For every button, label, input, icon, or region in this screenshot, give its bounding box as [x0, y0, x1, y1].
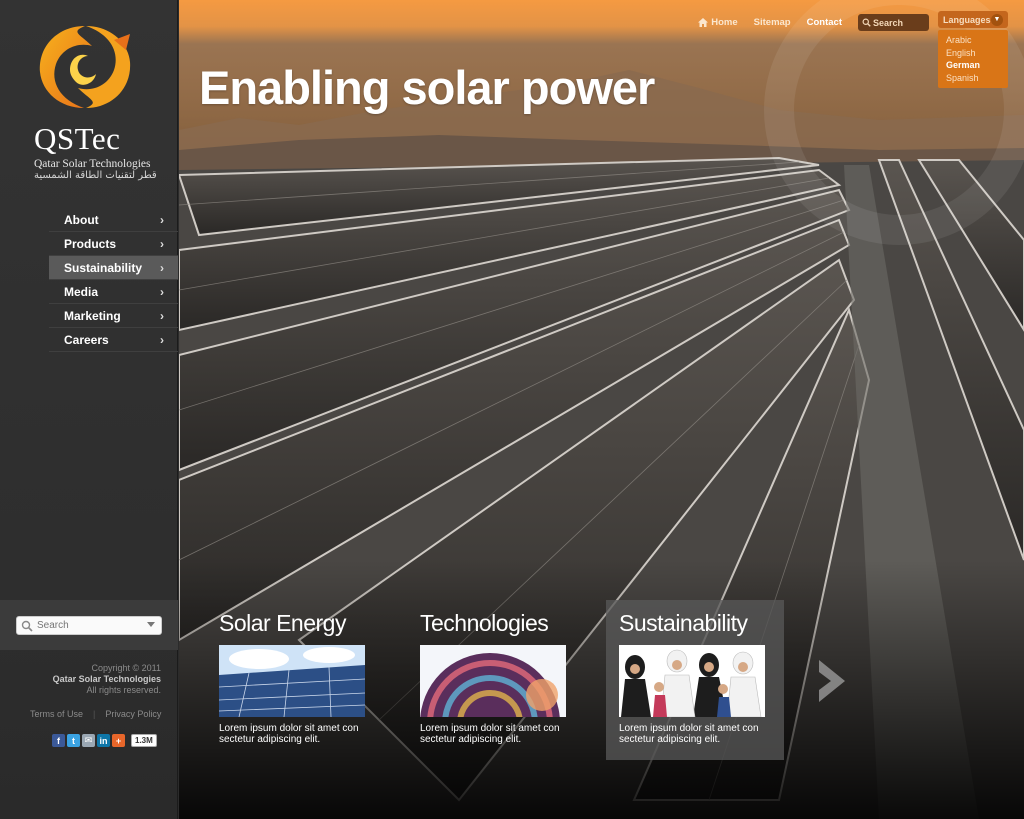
- sidebar-search-box[interactable]: [16, 616, 162, 635]
- chevron-right-icon: ›: [160, 236, 164, 251]
- top-search-box[interactable]: Search: [858, 14, 929, 31]
- search-icon: [862, 18, 871, 27]
- nav-item-label: Sustainability: [64, 260, 143, 275]
- language-label: Languages: [943, 14, 991, 25]
- language-dropdown[interactable]: Languages ▼ Arabic English German Spanis…: [938, 11, 1008, 89]
- language-option-spanish[interactable]: Spanish: [946, 72, 1000, 85]
- chevron-right-icon: ›: [160, 260, 164, 275]
- home-icon: [698, 18, 709, 27]
- sitemap-link[interactable]: Sitemap: [754, 17, 791, 28]
- feature-card-sustainability[interactable]: Sustainability Lorem ipsum dolor sit ame…: [606, 600, 784, 760]
- solar-energy-thumbnail[interactable]: [219, 645, 365, 717]
- nav-item-sustainability[interactable]: Sustainability ›: [49, 256, 178, 280]
- nav-item-label: Marketing: [64, 308, 121, 323]
- hero-title: Enabling solar power: [199, 61, 655, 114]
- card-title: Technologies: [420, 610, 549, 636]
- brand-subtitle: Qatar Solar Technologies: [34, 158, 151, 170]
- dropdown-arrow-icon[interactable]: [147, 622, 155, 627]
- technologies-thumbnail[interactable]: [420, 645, 566, 717]
- home-link[interactable]: Home: [698, 17, 738, 28]
- nav-item-about[interactable]: About ›: [49, 208, 178, 232]
- qstec-logo[interactable]: [30, 20, 150, 115]
- nav-item-label: About: [64, 212, 99, 227]
- card-title: Solar Energy: [219, 610, 346, 636]
- home-link-label: Home: [711, 17, 738, 28]
- nav-item-label: Careers: [64, 332, 109, 347]
- chevron-right-icon: ›: [160, 332, 164, 347]
- sidebar-search-input[interactable]: [37, 620, 137, 631]
- search-icon: [21, 620, 33, 632]
- facebook-icon[interactable]: f: [52, 734, 65, 747]
- nav-item-media[interactable]: Media ›: [49, 280, 178, 304]
- chevron-down-icon: ▼: [991, 13, 1003, 26]
- privacy-link[interactable]: Privacy Policy: [105, 709, 161, 719]
- share-count: 1.3M: [131, 734, 157, 747]
- nav-item-products[interactable]: Products ›: [49, 232, 178, 256]
- card-description: Lorem ipsum dolor sit amet con sectetur …: [420, 723, 560, 745]
- social-share: f t ✉ in + 1.3M: [52, 734, 157, 747]
- rights-text: All rights reserved.: [86, 685, 161, 695]
- nav-item-label: Media: [64, 284, 99, 299]
- card-description: Lorem ipsum dolor sit amet con sectetur …: [619, 723, 759, 745]
- next-arrow-icon[interactable]: [813, 656, 853, 706]
- language-dropdown-toggle[interactable]: Languages ▼: [938, 11, 1008, 28]
- terms-link[interactable]: Terms of Use: [30, 709, 83, 719]
- twitter-icon[interactable]: t: [67, 734, 80, 747]
- nav-item-careers[interactable]: Careers ›: [49, 328, 178, 352]
- copyright-text: Copyright © 2011: [91, 663, 161, 673]
- linkedin-icon[interactable]: in: [97, 734, 110, 747]
- legal-links: Terms of Use | Privacy Policy: [30, 709, 161, 719]
- feature-card-technologies[interactable]: Technologies Lorem ipsum dolor sit amet …: [407, 600, 585, 760]
- language-list: Arabic English German Spanish: [938, 30, 1008, 89]
- copyright-company: Qatar Solar Technologies: [52, 674, 161, 684]
- nav-item-marketing[interactable]: Marketing ›: [49, 304, 178, 328]
- language-option-german[interactable]: German: [946, 59, 1000, 72]
- feature-card-solar-energy[interactable]: Solar Energy Lorem ipsum dolor sit amet …: [206, 600, 384, 760]
- card-description: Lorem ipsum dolor sit amet con sectetur …: [219, 723, 359, 745]
- add-share-icon[interactable]: +: [112, 734, 125, 747]
- nav-item-label: Products: [64, 236, 117, 251]
- brand-name: QSTec: [34, 121, 121, 156]
- sidebar: QSTec Qatar Solar Technologies قطر لتقني…: [0, 0, 178, 819]
- copyright-block: Copyright © 2011 Qatar Solar Technologie…: [53, 663, 161, 696]
- chevron-right-icon: ›: [160, 308, 164, 323]
- card-title: Sustainability: [619, 610, 748, 636]
- divider: |: [93, 709, 96, 719]
- email-icon[interactable]: ✉: [82, 734, 95, 747]
- language-option-arabic[interactable]: Arabic: [946, 34, 1000, 47]
- top-search-label: Search: [873, 17, 904, 28]
- main-nav: About › Products › Sustainability › Media › …: [49, 208, 178, 352]
- language-option-english[interactable]: English: [946, 47, 1000, 60]
- hero-banner: Enabling solar power Home Sitemap Contac…: [179, 0, 1024, 819]
- chevron-right-icon: ›: [160, 284, 164, 299]
- sustainability-thumbnail[interactable]: [619, 645, 765, 717]
- top-nav: Home Sitemap Contact Search: [698, 14, 929, 31]
- brand-arabic: قطر لتقنيات الطاقة الشمسية: [34, 170, 157, 181]
- contact-link[interactable]: Contact: [807, 17, 842, 28]
- chevron-right-icon: ›: [160, 212, 164, 227]
- sidebar-search-area: [0, 600, 178, 650]
